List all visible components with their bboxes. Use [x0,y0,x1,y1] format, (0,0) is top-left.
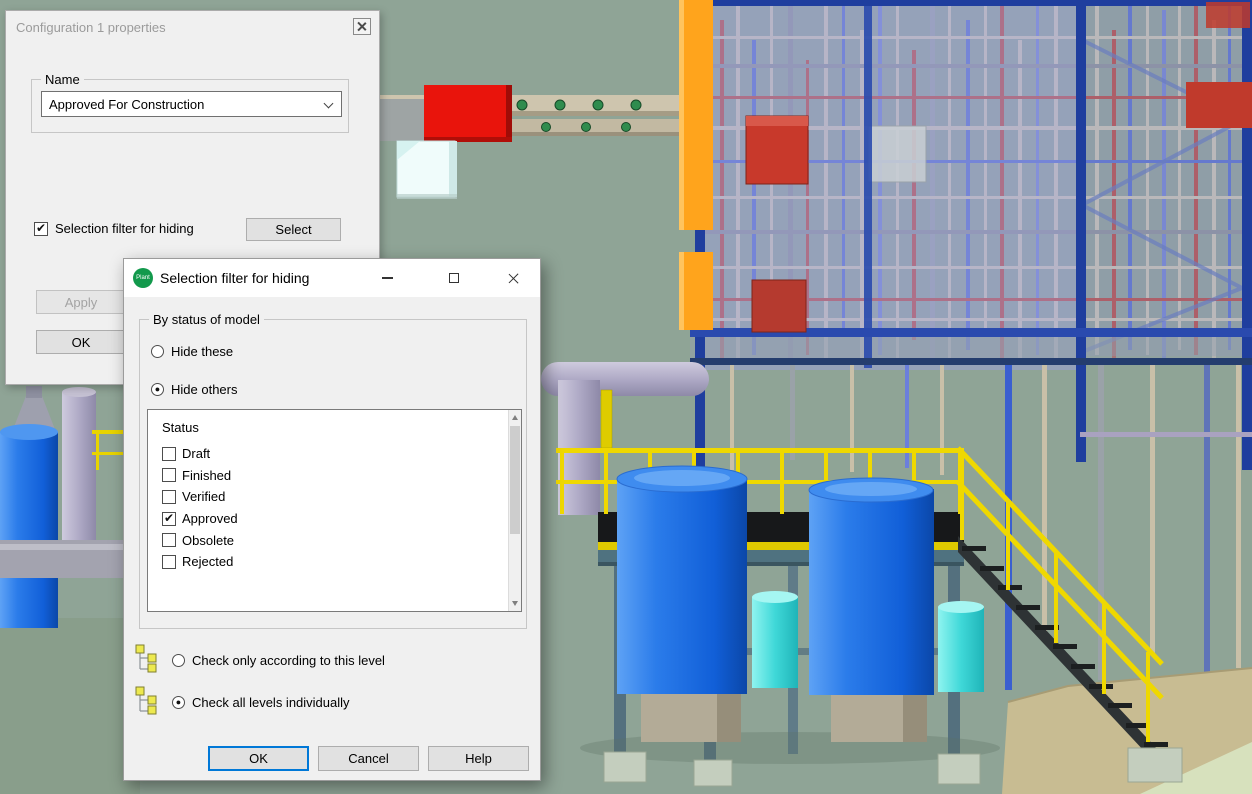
status-item-finished[interactable]: Finished [162,465,238,487]
status-item-approved[interactable]: ✔ Approved [162,508,238,530]
filter-close-button[interactable] [496,259,532,297]
minimize-button[interactable] [371,259,403,297]
hiding-filter-row: ✔ Selection filter for hiding [34,221,194,236]
maximize-icon [449,273,459,283]
selection-filter-dialog: Plant Selection filter for hiding By sta… [123,258,541,781]
check-this-level-label[interactable]: Check only according to this level [192,653,385,668]
cancel-button[interactable]: Cancel [318,746,419,771]
hide-others-label[interactable]: Hide others [171,382,237,397]
checkbox[interactable] [162,468,176,482]
checkbox[interactable] [162,555,176,569]
check-icon: ✔ [36,222,46,234]
status-item-verified[interactable]: Verified [162,486,238,508]
config-dialog-titlebar[interactable]: Configuration 1 properties [6,11,379,43]
name-group-label: Name [41,72,84,87]
status-item-draft[interactable]: Draft [162,443,238,465]
close-icon [357,22,367,32]
check-all-levels-row: ● Check all levels individually [172,695,350,710]
config-ok-button[interactable]: OK [36,330,126,354]
filter-dialog-title: Selection filter for hiding [160,270,309,286]
hide-these-row: Hide these [151,344,233,359]
hide-these-radio[interactable] [151,345,164,358]
level-hierarchy-icon [134,685,160,715]
status-list-header: Status [162,420,199,435]
close-icon [508,272,520,284]
status-item-obsolete[interactable]: Obsolete [162,529,238,551]
apply-button[interactable]: Apply [36,290,126,314]
app-icon: Plant [133,268,153,288]
configuration-name-combobox[interactable]: Approved For Construction [41,91,342,117]
scroll-up-icon[interactable] [512,415,518,420]
hiding-filter-checkbox[interactable]: ✔ [34,222,48,236]
scrollbar-thumb[interactable] [510,426,520,534]
select-button[interactable]: Select [246,218,341,241]
chevron-down-icon [324,99,334,109]
status-list: Status Draft Finished Verified ✔ Approve… [147,409,522,612]
checkbox[interactable] [162,490,176,504]
checkbox[interactable] [162,447,176,461]
filter-dialog-titlebar[interactable]: Plant Selection filter for hiding [124,259,540,297]
scrollbar[interactable] [508,410,521,611]
hide-others-row: ● Hide others [151,382,237,397]
hiding-filter-label[interactable]: Selection filter for hiding [55,221,194,236]
scroll-down-icon[interactable] [512,601,518,606]
status-item-rejected[interactable]: Rejected [162,551,238,573]
hide-others-radio[interactable]: ● [151,383,164,396]
config-dialog-title: Configuration 1 properties [16,20,166,35]
help-button[interactable]: Help [428,746,529,771]
check-all-levels-radio[interactable]: ● [172,696,185,709]
check-all-levels-label[interactable]: Check all levels individually [192,695,350,710]
maximize-button[interactable] [438,259,470,297]
checkbox[interactable] [162,533,176,547]
checkbox[interactable]: ✔ [162,512,176,526]
filter-ok-button[interactable]: OK [208,746,309,771]
configuration-name-value: Approved For Construction [49,97,204,112]
level-hierarchy-icon [134,643,160,673]
check-this-level-radio[interactable] [172,654,185,667]
status-group-label: By status of model [149,312,264,327]
check-this-level-row: Check only according to this level [172,653,385,668]
hide-these-label[interactable]: Hide these [171,344,233,359]
config-close-button[interactable] [353,18,371,35]
minimize-icon [382,277,393,279]
